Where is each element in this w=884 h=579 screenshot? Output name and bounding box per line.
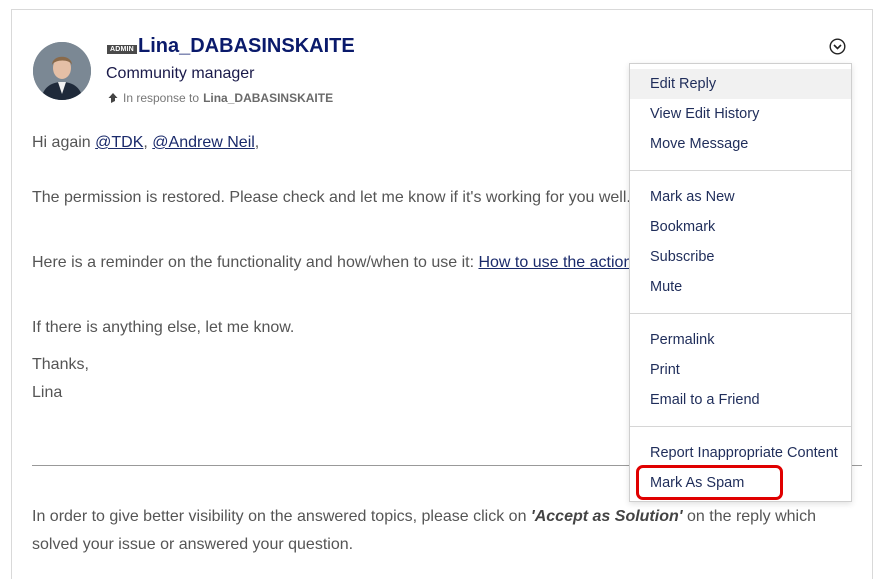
in-response-prefix: In response to xyxy=(123,91,200,105)
menu-separator xyxy=(630,313,851,314)
author-username-link[interactable]: Lina_DABASINSKAITE xyxy=(138,35,355,58)
signature-text: Lina xyxy=(32,384,63,401)
menu-item-view-edit-history[interactable]: View Edit History xyxy=(630,99,851,129)
admin-badge: ADMIN xyxy=(107,45,137,54)
body-paragraph-else: If there is anything else, let me know. xyxy=(32,319,295,336)
menu-item-bookmark[interactable]: Bookmark xyxy=(630,212,851,242)
how-to-use-link[interactable]: How to use the action xyxy=(478,254,632,271)
avatar[interactable] xyxy=(33,42,91,100)
menu-item-mark-as-new[interactable]: Mark as New xyxy=(630,182,851,212)
menu-separator xyxy=(630,426,851,427)
in-response-to[interactable]: In response to Lina_DABASINSKAITE xyxy=(107,91,333,105)
greeting-text: Hi again xyxy=(32,134,96,151)
mention-andrew-neil[interactable]: @Andrew Neil xyxy=(152,134,255,151)
body-paragraph-reminder: Here is a reminder on the functionality … xyxy=(32,254,632,272)
reminder-text: Here is a reminder on the functionality … xyxy=(32,254,479,271)
footer-emphasis: 'Accept as Solution' xyxy=(530,508,683,525)
menu-item-mute[interactable]: Mute xyxy=(630,272,851,302)
body-paragraph-permission: The permission is restored. Please check… xyxy=(32,189,631,206)
footer-part2: on the reply which xyxy=(682,508,816,525)
mention-tdk[interactable]: @TDK xyxy=(95,134,143,151)
arrow-up-icon xyxy=(108,93,118,103)
menu-item-email-to-friend[interactable]: Email to a Friend xyxy=(630,385,851,415)
menu-separator xyxy=(630,170,851,171)
mention-separator: , xyxy=(143,134,153,151)
options-dropdown-menu: Edit Reply View Edit History Move Messag… xyxy=(629,63,852,502)
menu-item-print[interactable]: Print xyxy=(630,355,851,385)
chevron-down-circle-icon[interactable] xyxy=(829,38,846,55)
author-rank: Community manager xyxy=(106,65,255,82)
menu-item-permalink[interactable]: Permalink xyxy=(630,325,851,355)
greeting-line: Hi again @TDK, @Andrew Neil, xyxy=(32,134,259,152)
menu-item-move-message[interactable]: Move Message xyxy=(630,129,851,159)
menu-item-subscribe[interactable]: Subscribe xyxy=(630,242,851,272)
menu-item-report-inappropriate[interactable]: Report Inappropriate Content xyxy=(630,438,851,468)
thanks-text: Thanks, xyxy=(32,356,89,373)
highlight-annotation-box xyxy=(636,465,783,500)
in-response-user[interactable]: Lina_DABASINSKAITE xyxy=(203,91,333,105)
footer-note-line2: solved your issue or answered your quest… xyxy=(32,536,354,553)
greeting-suffix: , xyxy=(254,134,260,151)
footer-note-line1: In order to give better visibility on th… xyxy=(32,508,816,526)
menu-item-edit-reply[interactable]: Edit Reply xyxy=(630,69,851,99)
footer-part1: In order to give better visibility on th… xyxy=(32,508,531,525)
